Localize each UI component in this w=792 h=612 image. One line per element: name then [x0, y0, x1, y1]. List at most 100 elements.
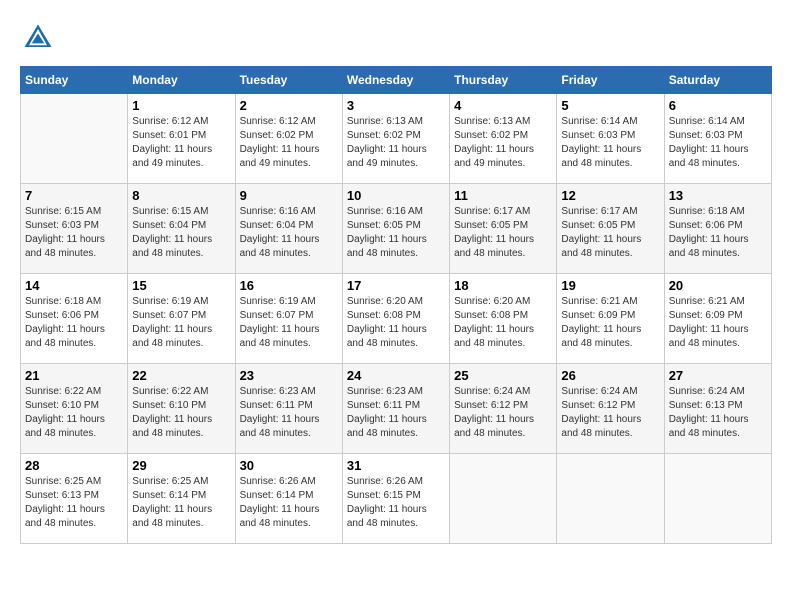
- calendar-cell: 23 Sunrise: 6:23 AMSunset: 6:11 PMDayligh…: [235, 364, 342, 454]
- day-number: 7: [25, 188, 123, 203]
- calendar-cell: 4 Sunrise: 6:13 AMSunset: 6:02 PMDaylight…: [450, 94, 557, 184]
- day-number: 19: [561, 278, 659, 293]
- calendar-cell: 3Sunrise: 6:13 AMSunset: 6:02 PMDaylight…: [342, 94, 449, 184]
- calendar-cell: 12 Sunrise: 6:17 AMSunset: 6:05 PMDayligh…: [557, 184, 664, 274]
- cell-info: Sunrise: 6:18 AMSunset: 6:06 PMDaylight:…: [25, 295, 123, 351]
- cell-info: Sunrise: 6:24 AMSunset: 6:12 PMDaylight:…: [454, 385, 552, 441]
- calendar-cell: 2 Sunrise: 6:12 AMSunset: 6:02 PMDaylight…: [235, 94, 342, 184]
- day-number: 22: [132, 368, 230, 383]
- cell-info: Sunrise: 6:21 AMSunset: 6:09 PMDaylight:…: [669, 295, 767, 351]
- day-number: 25: [454, 368, 552, 383]
- cell-info: Sunrise: 6:19 AMSunset: 6:07 PMDaylight:…: [240, 295, 338, 351]
- cell-info: Sunrise: 6:16 AMSunset: 6:04 PMDaylight:…: [240, 205, 338, 261]
- cell-info: Sunrise: 6:25 AMSunset: 6:14 PMDaylight:…: [132, 475, 230, 531]
- day-number: 4: [454, 98, 552, 113]
- logo-icon: [20, 20, 56, 56]
- day-number: 23: [240, 368, 338, 383]
- day-number: 5: [561, 98, 659, 113]
- cell-info: Sunrise: 6:26 AMSunset: 6:15 PMDaylight:…: [347, 475, 445, 531]
- day-number: 2: [240, 98, 338, 113]
- calendar-cell: 11Sunrise: 6:17 AMSunset: 6:05 PMDayligh…: [450, 184, 557, 274]
- cell-info: Sunrise: 6:24 AMSunset: 6:12 PMDaylight:…: [561, 385, 659, 441]
- cell-info: Sunrise: 6:14 AMSunset: 6:03 PMDaylight:…: [669, 115, 767, 171]
- day-number: 6: [669, 98, 767, 113]
- cell-info: Sunrise: 6:16 AMSunset: 6:05 PMDaylight:…: [347, 205, 445, 261]
- calendar-cell: 17 Sunrise: 6:20 AMSunset: 6:08 PMDayligh…: [342, 274, 449, 364]
- calendar-cell: 5 Sunrise: 6:14 AMSunset: 6:03 PMDaylight…: [557, 94, 664, 184]
- cell-info: Sunrise: 6:22 AMSunset: 6:10 PMDaylight:…: [25, 385, 123, 441]
- cell-info: Sunrise: 6:17 AMSunset: 6:05 PMDaylight:…: [454, 205, 552, 261]
- day-number: 29: [132, 458, 230, 473]
- calendar-cell: 13Sunrise: 6:18 AMSunset: 6:06 PMDayligh…: [664, 184, 771, 274]
- day-number: 18: [454, 278, 552, 293]
- calendar-cell: 21Sunrise: 6:22 AMSunset: 6:10 PMDayligh…: [21, 364, 128, 454]
- cell-info: Sunrise: 6:22 AMSunset: 6:10 PMDaylight:…: [132, 385, 230, 441]
- cell-info: Sunrise: 6:23 AMSunset: 6:11 PMDaylight:…: [347, 385, 445, 441]
- column-header-monday: Monday: [128, 67, 235, 94]
- calendar-cell: 9 Sunrise: 6:16 AMSunset: 6:04 PMDaylight…: [235, 184, 342, 274]
- page-header: [20, 20, 772, 56]
- day-number: 24: [347, 368, 445, 383]
- calendar-cell: 6 Sunrise: 6:14 AMSunset: 6:03 PMDaylight…: [664, 94, 771, 184]
- day-number: 12: [561, 188, 659, 203]
- day-number: 20: [669, 278, 767, 293]
- cell-info: Sunrise: 6:23 AMSunset: 6:11 PMDaylight:…: [240, 385, 338, 441]
- day-number: 30: [240, 458, 338, 473]
- calendar-cell: 15 Sunrise: 6:19 AMSunset: 6:07 PMDayligh…: [128, 274, 235, 364]
- calendar-week-row: 1 Sunrise: 6:12 AMSunset: 6:01 PMDaylight…: [21, 94, 772, 184]
- calendar-cell: 20 Sunrise: 6:21 AMSunset: 6:09 PMDayligh…: [664, 274, 771, 364]
- day-number: 26: [561, 368, 659, 383]
- calendar-cell: 31 Sunrise: 6:26 AMSunset: 6:15 PMDayligh…: [342, 454, 449, 544]
- day-number: 14: [25, 278, 123, 293]
- cell-info: Sunrise: 6:13 AMSunset: 6:02 PMDaylight:…: [347, 115, 445, 171]
- day-number: 10: [347, 188, 445, 203]
- column-header-wednesday: Wednesday: [342, 67, 449, 94]
- calendar-cell: 26 Sunrise: 6:24 AMSunset: 6:12 PMDayligh…: [557, 364, 664, 454]
- cell-info: Sunrise: 6:14 AMSunset: 6:03 PMDaylight:…: [561, 115, 659, 171]
- cell-info: Sunrise: 6:24 AMSunset: 6:13 PMDaylight:…: [669, 385, 767, 441]
- day-number: 8: [132, 188, 230, 203]
- cell-info: Sunrise: 6:18 AMSunset: 6:06 PMDaylight:…: [669, 205, 767, 261]
- day-number: 1: [132, 98, 230, 113]
- column-header-friday: Friday: [557, 67, 664, 94]
- cell-info: Sunrise: 6:20 AMSunset: 6:08 PMDaylight:…: [454, 295, 552, 351]
- cell-info: Sunrise: 6:12 AMSunset: 6:02 PMDaylight:…: [240, 115, 338, 171]
- calendar-cell: 25 Sunrise: 6:24 AMSunset: 6:12 PMDayligh…: [450, 364, 557, 454]
- cell-info: Sunrise: 6:12 AMSunset: 6:01 PMDaylight:…: [132, 115, 230, 171]
- cell-info: Sunrise: 6:15 AMSunset: 6:03 PMDaylight:…: [25, 205, 123, 261]
- calendar-cell: 24 Sunrise: 6:23 AMSunset: 6:11 PMDayligh…: [342, 364, 449, 454]
- column-header-tuesday: Tuesday: [235, 67, 342, 94]
- calendar-cell: 19Sunrise: 6:21 AMSunset: 6:09 PMDayligh…: [557, 274, 664, 364]
- day-number: 15: [132, 278, 230, 293]
- day-number: 17: [347, 278, 445, 293]
- logo: [20, 20, 60, 56]
- calendar-header-row: SundayMondayTuesdayWednesdayThursdayFrid…: [21, 67, 772, 94]
- cell-info: Sunrise: 6:25 AMSunset: 6:13 PMDaylight:…: [25, 475, 123, 531]
- calendar-cell: 7 Sunrise: 6:15 AMSunset: 6:03 PMDaylight…: [21, 184, 128, 274]
- calendar-cell: 8 Sunrise: 6:15 AMSunset: 6:04 PMDaylight…: [128, 184, 235, 274]
- calendar-cell: 30Sunrise: 6:26 AMSunset: 6:14 PMDayligh…: [235, 454, 342, 544]
- calendar-cell: 27 Sunrise: 6:24 AMSunset: 6:13 PMDayligh…: [664, 364, 771, 454]
- calendar-cell: 28 Sunrise: 6:25 AMSunset: 6:13 PMDayligh…: [21, 454, 128, 544]
- day-number: 9: [240, 188, 338, 203]
- calendar-week-row: 21Sunrise: 6:22 AMSunset: 6:10 PMDayligh…: [21, 364, 772, 454]
- day-number: 28: [25, 458, 123, 473]
- day-number: 31: [347, 458, 445, 473]
- cell-info: Sunrise: 6:19 AMSunset: 6:07 PMDaylight:…: [132, 295, 230, 351]
- calendar-cell: [557, 454, 664, 544]
- calendar-cell: 14 Sunrise: 6:18 AMSunset: 6:06 PMDayligh…: [21, 274, 128, 364]
- column-header-thursday: Thursday: [450, 67, 557, 94]
- cell-info: Sunrise: 6:20 AMSunset: 6:08 PMDaylight:…: [347, 295, 445, 351]
- day-number: 16: [240, 278, 338, 293]
- calendar-cell: 29 Sunrise: 6:25 AMSunset: 6:14 PMDayligh…: [128, 454, 235, 544]
- cell-info: Sunrise: 6:13 AMSunset: 6:02 PMDaylight:…: [454, 115, 552, 171]
- calendar-cell: [21, 94, 128, 184]
- day-number: 27: [669, 368, 767, 383]
- column-header-sunday: Sunday: [21, 67, 128, 94]
- calendar-cell: 10 Sunrise: 6:16 AMSunset: 6:05 PMDayligh…: [342, 184, 449, 274]
- calendar-week-row: 28 Sunrise: 6:25 AMSunset: 6:13 PMDayligh…: [21, 454, 772, 544]
- cell-info: Sunrise: 6:17 AMSunset: 6:05 PMDaylight:…: [561, 205, 659, 261]
- calendar-cell: [450, 454, 557, 544]
- cell-info: Sunrise: 6:15 AMSunset: 6:04 PMDaylight:…: [132, 205, 230, 261]
- column-header-saturday: Saturday: [664, 67, 771, 94]
